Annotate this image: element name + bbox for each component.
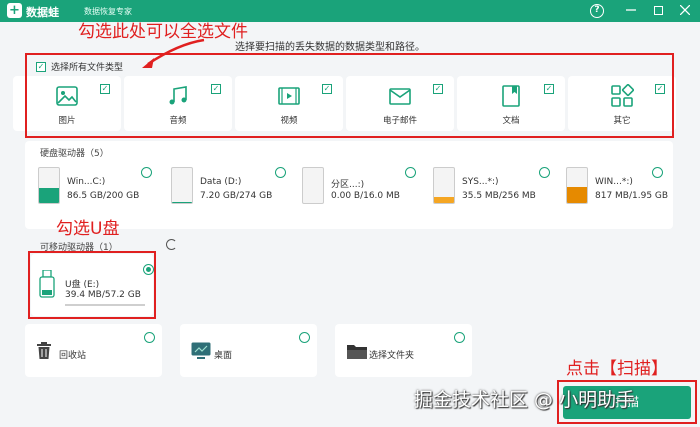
drive-name: WIN...*:)	[595, 177, 633, 187]
drive-item[interactable]: 分区...:) 0.00 B/16.0 MB	[302, 167, 420, 219]
u-disk-annotation: 勾选U盘	[56, 219, 120, 239]
drive-size: 0.00 B/16.0 MB	[331, 191, 400, 201]
hard-drive-icon	[171, 167, 193, 204]
minimize-icon	[626, 9, 636, 11]
scan-annotation: 点击【扫描】	[566, 359, 668, 379]
minimize-button[interactable]	[622, 2, 640, 20]
instruction-text: 选择要扫描的丢失数据的数据类型和路径。	[235, 42, 425, 53]
watermark: 掘金技术社区 @ 小明助手	[414, 389, 636, 411]
hard-drive-icon	[38, 167, 60, 204]
location-radio[interactable]	[454, 332, 465, 343]
folder-icon	[347, 345, 367, 359]
drive-radio[interactable]	[652, 167, 663, 178]
close-button[interactable]	[676, 2, 694, 20]
u-disk-highlight	[28, 251, 156, 319]
location-radio[interactable]	[299, 332, 310, 343]
drive-item[interactable]: WIN...*:) 817 MB/1.95 GB	[566, 167, 670, 219]
location-recycle-bin[interactable]: 回收站	[25, 324, 162, 377]
app-subtitle: 数据恢复专家	[84, 7, 132, 16]
hard-drive-icon	[302, 167, 324, 204]
location-choose-folder[interactable]: 选择文件夹	[335, 324, 472, 377]
drive-item[interactable]: Data (D:) 7.20 GB/274 GB	[171, 167, 289, 219]
drive-name: SYS...*:)	[462, 177, 499, 187]
drive-item[interactable]: Win...C:) 86.5 GB/200 GB	[38, 167, 156, 219]
drive-radio[interactable]	[275, 167, 286, 178]
location-label: 回收站	[59, 351, 87, 361]
location-label: 桌面	[214, 351, 233, 361]
drive-size: 35.5 MB/256 MB	[462, 191, 536, 201]
drive-radio[interactable]	[405, 167, 416, 178]
recycle-bin-icon	[37, 342, 51, 359]
drive-name: 分区...:)	[331, 180, 365, 190]
hard-drive-icon	[433, 167, 455, 204]
app-logo-icon: +	[7, 3, 22, 18]
drive-name: Data (D:)	[200, 177, 242, 187]
drive-size: 7.20 GB/274 GB	[200, 191, 273, 201]
drive-radio[interactable]	[539, 167, 550, 178]
drive-size: 86.5 GB/200 GB	[67, 191, 140, 201]
hard-drive-title: 硬盘驱动器（5）	[40, 149, 109, 159]
help-button[interactable]: ?	[590, 4, 604, 18]
app-name: 数据蛙	[26, 6, 59, 19]
hard-drive-icon	[566, 167, 588, 204]
drive-radio[interactable]	[141, 167, 152, 178]
desktop-icon	[191, 342, 211, 359]
location-label: 选择文件夹	[369, 351, 415, 361]
drive-item[interactable]: SYS...*:) 35.5 MB/256 MB	[433, 167, 551, 219]
close-icon	[679, 4, 691, 16]
file-types-highlight	[25, 53, 674, 138]
maximize-button[interactable]	[649, 2, 667, 20]
drive-size: 817 MB/1.95 GB	[595, 191, 669, 201]
maximize-icon	[653, 6, 663, 15]
drive-name: Win...C:)	[67, 177, 106, 187]
location-desktop[interactable]: 桌面	[180, 324, 317, 377]
location-radio[interactable]	[144, 332, 155, 343]
refresh-icon[interactable]	[166, 239, 177, 250]
